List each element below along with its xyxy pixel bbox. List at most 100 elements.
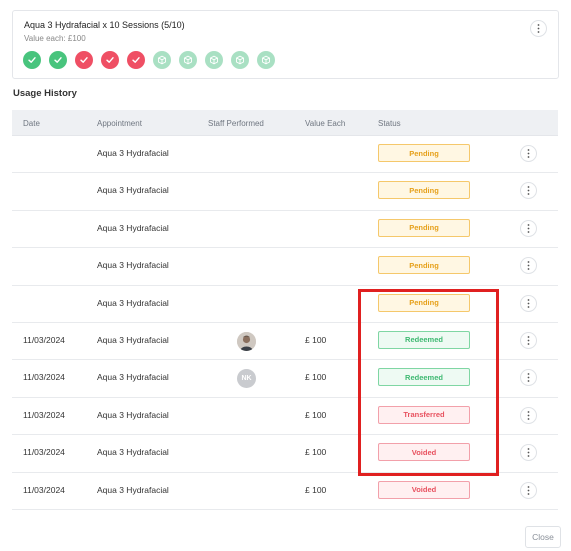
cell-appointment: Aqua 3 Hydrafacial — [97, 447, 169, 458]
status-badge: Pending — [378, 181, 470, 200]
table-row: 11/03/2024 Aqua 3 Hydrafacial £ 100 Transfe… — [12, 398, 558, 436]
check-icon — [132, 57, 140, 63]
package-icon — [262, 55, 270, 65]
row-more-button[interactable] — [520, 182, 537, 200]
check-icon — [54, 57, 62, 63]
row-more-button[interactable] — [520, 481, 537, 499]
column-header-status: Status — [378, 119, 401, 128]
cell-value: £ 100 — [305, 334, 327, 345]
column-header-appointment: Appointment — [97, 119, 142, 128]
package-summary-card: Aqua 3 Hydrafacial x 10 Sessions (5/10) … — [12, 10, 559, 79]
package-icon — [210, 55, 218, 65]
table-row: Aqua 3 Hydrafacial Pending — [12, 136, 558, 174]
more-vertical-icon — [537, 24, 540, 33]
cell-value: £ 100 — [305, 447, 327, 458]
person-photo-icon — [237, 331, 256, 351]
column-header-value: Value Each — [305, 119, 346, 128]
package-title: Aqua 3 Hydrafacial x 10 Sessions (5/10) — [24, 20, 185, 30]
session-indicator-3 — [75, 51, 93, 69]
row-more-button[interactable] — [520, 257, 537, 275]
package-icon — [236, 55, 244, 65]
session-indicator-4 — [101, 51, 119, 69]
session-indicator-6 — [153, 51, 171, 69]
usage-history-table: Date Appointment Staff Performed Value E… — [12, 110, 558, 510]
package-icon — [158, 55, 166, 65]
table-row: 11/03/2024 Aqua 3 Hydrafacial NK £ 100 Redee… — [12, 360, 558, 398]
status-badge: Redeemed — [378, 368, 470, 387]
cell-date: 11/03/2024 — [23, 484, 65, 495]
package-more-button[interactable] — [530, 20, 547, 37]
more-vertical-icon — [527, 186, 530, 196]
session-indicator-9 — [231, 51, 249, 69]
row-more-button[interactable] — [520, 406, 537, 424]
cell-appointment: Aqua 3 Hydrafacial — [97, 148, 169, 158]
more-vertical-icon — [527, 149, 530, 158]
table-row: 11/03/2024 Aqua 3 Hydrafacial £ 100 Voided — [12, 473, 558, 510]
check-icon — [106, 57, 114, 63]
more-vertical-icon — [527, 373, 530, 383]
session-indicator-2 — [49, 51, 67, 69]
cell-appointment: Aqua 3 Hydrafacial — [97, 222, 169, 233]
cell-appointment: Aqua 3 Hydrafacial — [97, 185, 169, 196]
cell-appointment: Aqua 3 Hydrafacial — [97, 409, 169, 420]
cell-value: £ 100 — [305, 372, 327, 383]
table-row: 11/03/2024 Aqua 3 Hydrafacial £ 100 Redeeme… — [12, 323, 558, 361]
more-vertical-icon — [527, 261, 530, 271]
check-icon — [28, 57, 36, 63]
cell-date: 11/03/2024 — [23, 409, 65, 420]
row-more-button[interactable] — [520, 331, 537, 349]
session-indicator-1 — [23, 51, 41, 69]
more-vertical-icon — [527, 410, 530, 420]
status-badge: Voided — [378, 443, 470, 462]
cell-appointment: Aqua 3 Hydrafacial — [97, 484, 169, 495]
table-row: Aqua 3 Hydrafacial Pending — [12, 286, 558, 323]
cell-value: £ 100 — [305, 409, 327, 420]
table-row: Aqua 3 Hydrafacial Pending — [12, 248, 558, 286]
row-more-button[interactable] — [520, 444, 537, 462]
table-row: Aqua 3 Hydrafacial Pending — [12, 211, 558, 249]
session-indicator-7 — [179, 51, 197, 69]
row-more-button[interactable] — [520, 219, 537, 237]
column-header-date: Date — [23, 119, 40, 128]
staff-avatar: NK — [237, 369, 256, 389]
session-indicators — [23, 51, 275, 69]
session-indicator-10 — [257, 51, 275, 69]
check-icon — [80, 57, 88, 63]
more-vertical-icon — [527, 485, 530, 495]
cell-date: 11/03/2024 — [23, 334, 65, 345]
status-badge: Pending — [378, 293, 470, 312]
status-badge: Transferred — [378, 405, 470, 424]
status-badge: Redeemed — [378, 330, 470, 349]
more-vertical-icon — [527, 448, 530, 458]
cell-appointment: Aqua 3 Hydrafacial — [97, 372, 169, 383]
status-badge: Pending — [378, 218, 470, 237]
cell-appointment: Aqua 3 Hydrafacial — [97, 260, 169, 271]
package-icon — [184, 55, 192, 65]
row-more-button[interactable] — [520, 369, 537, 387]
table-header: Date Appointment Staff Performed Value E… — [12, 110, 558, 136]
cell-date: 11/03/2024 — [23, 372, 65, 383]
status-badge: Voided — [378, 480, 470, 499]
status-badge: Pending — [378, 256, 470, 275]
session-indicator-5 — [127, 51, 145, 69]
package-value-each: Value each: £100 — [24, 34, 86, 43]
row-more-button[interactable] — [520, 294, 537, 312]
table-row: Aqua 3 Hydrafacial Pending — [12, 173, 558, 211]
staff-initials: NK — [241, 375, 252, 383]
cell-appointment: Aqua 3 Hydrafacial — [97, 297, 169, 308]
cell-value: £ 100 — [305, 484, 327, 495]
session-indicator-8 — [205, 51, 223, 69]
staff-avatar — [237, 331, 256, 351]
cell-appointment: Aqua 3 Hydrafacial — [97, 334, 169, 345]
close-button[interactable]: Close — [525, 526, 561, 548]
table-body: Aqua 3 Hydrafacial Pending Aqua 3 Hydrafac… — [12, 136, 558, 510]
table-row: 11/03/2024 Aqua 3 Hydrafacial £ 100 Voided — [12, 435, 558, 473]
more-vertical-icon — [527, 336, 530, 345]
more-vertical-icon — [527, 298, 530, 308]
column-header-staff: Staff Performed — [208, 119, 264, 128]
usage-history-title: Usage History — [13, 88, 77, 99]
row-more-button[interactable] — [520, 145, 537, 162]
status-badge: Pending — [378, 144, 470, 162]
cell-date: 11/03/2024 — [23, 447, 65, 458]
more-vertical-icon — [527, 223, 530, 233]
